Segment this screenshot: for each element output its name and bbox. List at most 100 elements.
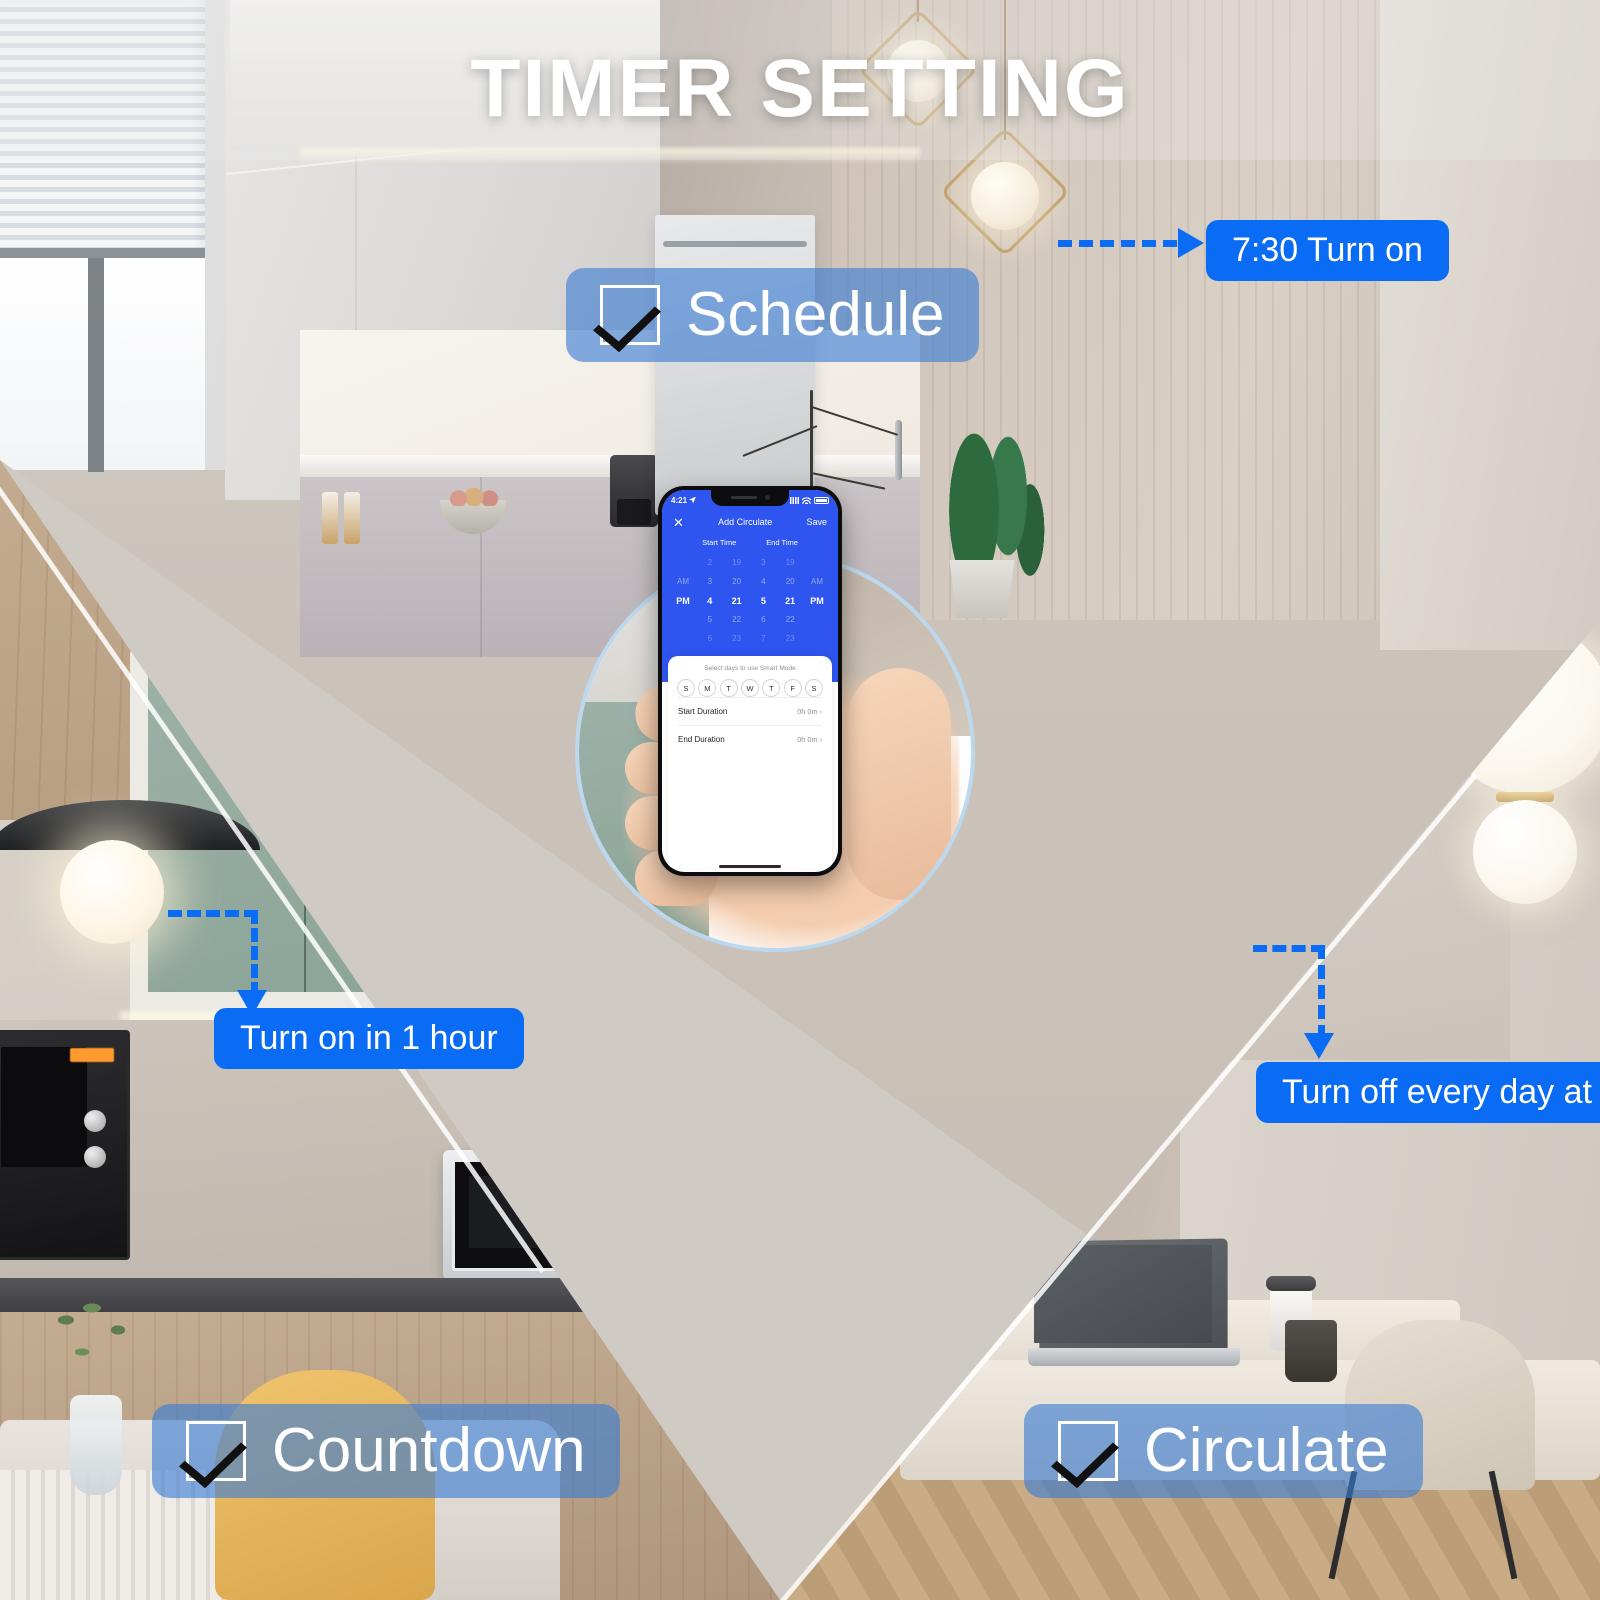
start-minute: 20 (732, 577, 742, 586)
laptop-keyboard-base (1028, 1348, 1240, 1366)
day-chip-wed[interactable]: W (740, 679, 759, 697)
window-frame-horizontal (0, 248, 205, 258)
end-time-label: End Time (766, 538, 798, 547)
start-minute: 21 (731, 595, 742, 606)
countdown-callout-badge: Turn on in 1 hour (214, 1008, 524, 1069)
meridiem-right: AM (810, 577, 823, 586)
end-hour: 7 (761, 634, 766, 643)
start-hour: 6 (707, 634, 713, 643)
chevron-right-icon: › (819, 707, 822, 716)
built-in-oven (0, 1030, 130, 1260)
checkbox-checked-icon (600, 285, 660, 345)
page-title: TIMER SETTING (470, 43, 1130, 134)
oven-display (70, 1048, 114, 1062)
touch-switch-button[interactable] (621, 1064, 639, 1082)
schedule-callout-badge: 7:30 Turn on (1206, 220, 1449, 281)
end-hour: 3 (761, 558, 766, 567)
oven-knob[interactable] (84, 1146, 106, 1168)
mode-label-schedule: Schedule (686, 280, 945, 349)
laptop-screen (1034, 1245, 1212, 1343)
power-plug (657, 1054, 697, 1092)
mode-pill-circulate[interactable]: Circulate (1024, 1404, 1423, 1498)
phone-screen: 4:21 ✕ Add Circulate Save Start Time End… (662, 490, 838, 872)
mode-label-countdown: Countdown (272, 1416, 586, 1485)
day-selector[interactable]: S M T W T F S (668, 672, 832, 697)
pendant-lamp-globe (60, 840, 164, 944)
checkbox-checked-icon (1058, 1421, 1118, 1481)
window-frame-vertical (88, 252, 104, 472)
end-minute: 21 (785, 595, 796, 606)
end-minute: 22 (785, 615, 795, 624)
oven-knob[interactable] (84, 1110, 106, 1132)
meridiem-right: PM (810, 595, 824, 606)
day-chip-fri[interactable]: F (783, 679, 802, 697)
bottom-sheet: Select days to use Smart Mode S M T W T … (668, 656, 832, 868)
app-screen-title: Add Circulate (718, 517, 773, 527)
fruit (448, 488, 500, 506)
microwave-knob[interactable] (616, 1182, 642, 1208)
time-picker-row[interactable]: 2 19 3 19 (662, 553, 838, 572)
close-icon[interactable]: ✕ (673, 516, 684, 529)
day-chip-sat[interactable]: S (804, 679, 823, 697)
day-chip-sun[interactable]: S (677, 679, 695, 697)
start-duration-row[interactable]: Start Duration 0h 0m › (678, 697, 822, 725)
ceramic-mug (1285, 1320, 1337, 1382)
power-cord (640, 1086, 720, 1286)
meridiem-left: PM (676, 595, 690, 606)
end-hour: 4 (761, 577, 766, 586)
microwave-knob[interactable] (616, 1222, 642, 1248)
laptop (1028, 1238, 1240, 1370)
start-minute: 22 (732, 615, 742, 624)
start-minute: 23 (732, 634, 742, 643)
time-picker-column-headers: Start Time End Time (662, 538, 838, 547)
mode-pill-schedule[interactable]: Schedule (566, 268, 979, 362)
start-duration-label: Start Duration (678, 707, 728, 716)
microwave-oven (443, 1150, 658, 1280)
mode-label-circulate: Circulate (1144, 1416, 1389, 1485)
start-hour: 4 (707, 595, 713, 606)
speaker-grille-icon (731, 496, 757, 499)
time-picker-row[interactable]: 5 22 6 22 (662, 610, 838, 629)
glass-vase (70, 1395, 122, 1495)
phone-notch (711, 490, 789, 506)
smart-mode-hint: Select days to use Smart Mode (704, 665, 796, 672)
time-picker-row[interactable]: 6 23 7 23 (662, 629, 838, 648)
product-marketing-image: TIMER SETTING 7:30 Turn on Turn on in 1 … (0, 0, 1600, 1600)
end-minute: 23 (785, 634, 795, 643)
save-button[interactable]: Save (806, 517, 827, 527)
day-chip-thu[interactable]: T (762, 679, 781, 697)
mode-pill-countdown[interactable]: Countdown (152, 1404, 620, 1498)
end-hour: 6 (761, 615, 766, 624)
microwave-controls (598, 1156, 654, 1274)
time-picker-row-selected[interactable]: PM 4 21 5 21 PM (662, 591, 838, 610)
wifi-icon (802, 496, 811, 504)
start-hour: 5 (707, 615, 713, 624)
time-picker[interactable]: 2 19 3 19 AM 3 20 4 20 AM PM 4 21 5 21 P… (662, 553, 838, 648)
start-hour: 3 (707, 577, 713, 586)
front-camera-icon (765, 495, 770, 500)
coffee-machine (610, 455, 658, 527)
start-minute: 19 (732, 558, 742, 567)
meridiem-left: AM (677, 577, 689, 586)
app-header-area: 4:21 ✕ Add Circulate Save Start Time End… (662, 490, 838, 682)
time-picker-row[interactable]: AM 3 20 4 20 AM (662, 572, 838, 591)
battery-icon (814, 496, 829, 504)
power-cord-segment (660, 1276, 722, 1283)
start-duration-value: 0h 0m (797, 707, 818, 716)
palm (847, 668, 951, 900)
end-minute: 19 (785, 558, 795, 567)
smartphone: 4:21 ✕ Add Circulate Save Start Time End… (658, 486, 842, 876)
smart-wall-socket (605, 1048, 705, 1100)
location-arrow-icon (689, 496, 697, 504)
chevron-right-icon: › (819, 735, 822, 744)
end-minute: 20 (785, 577, 795, 586)
status-bar-time: 4:21 (671, 495, 688, 505)
day-chip-mon[interactable]: M (698, 679, 717, 697)
bottle (322, 492, 338, 544)
end-duration-row[interactable]: End Duration 0h 0m › (678, 725, 822, 753)
day-chip-tue[interactable]: T (719, 679, 738, 697)
start-time-label: Start Time (702, 538, 737, 547)
start-hour: 2 (707, 558, 713, 567)
microwave-window (469, 1176, 569, 1248)
circulate-callout-badge: Turn off every day at 8:00 (1256, 1062, 1600, 1123)
